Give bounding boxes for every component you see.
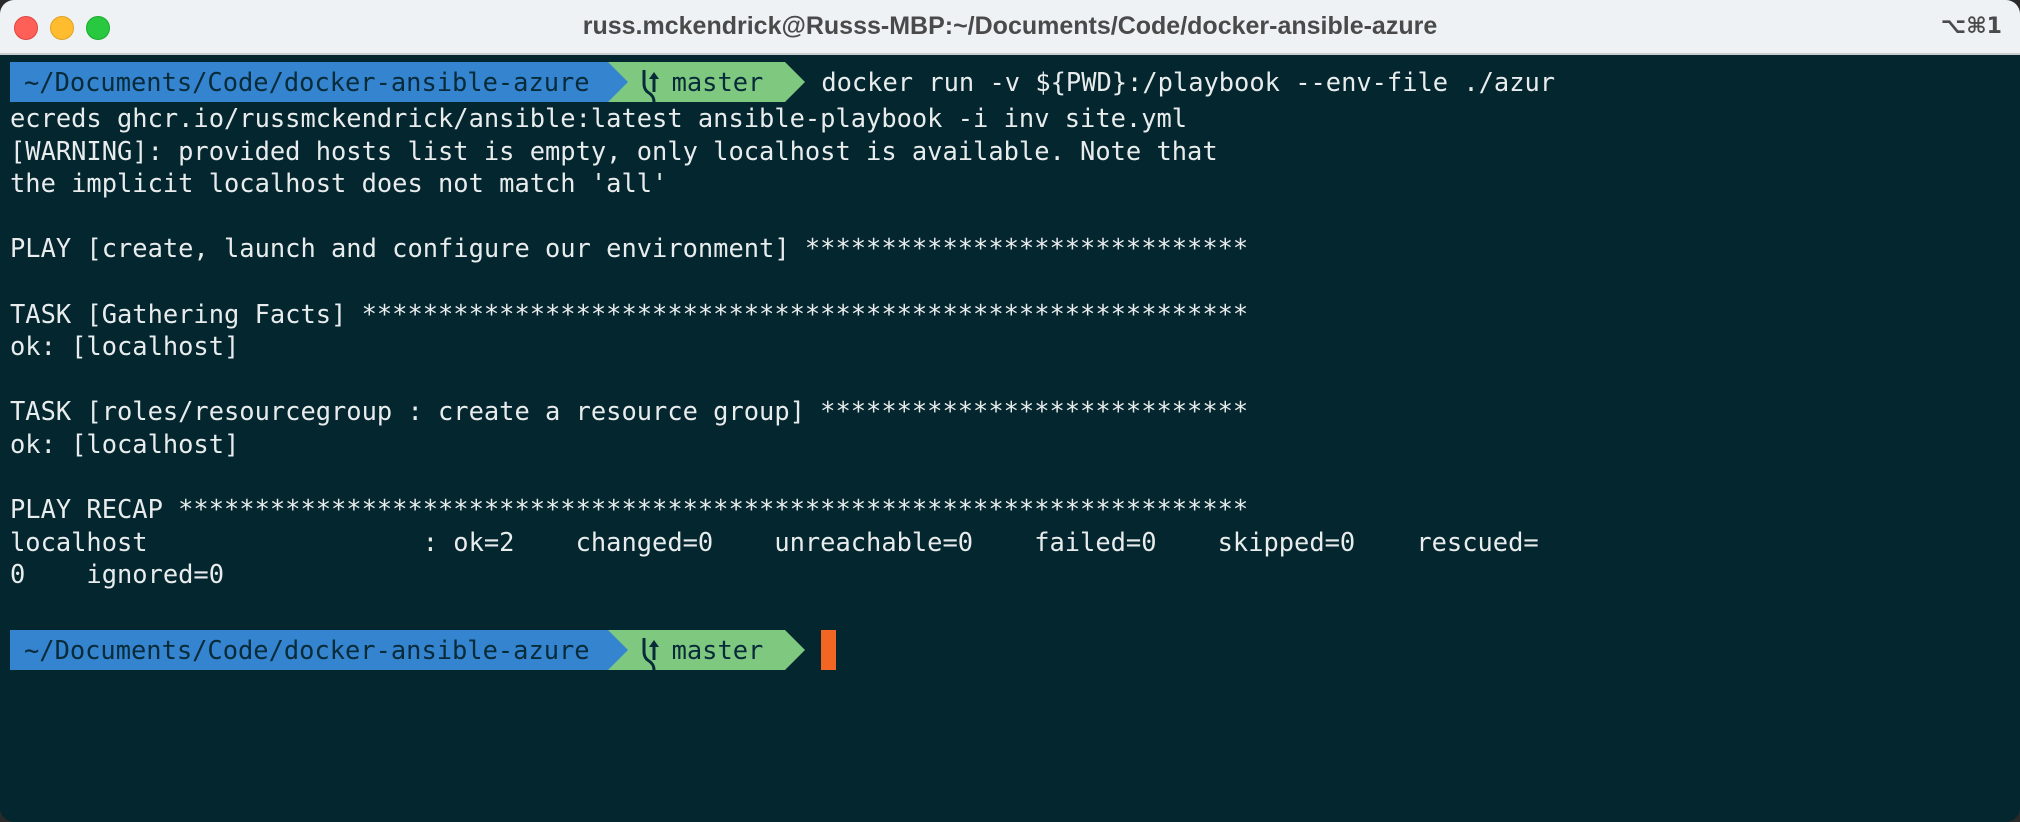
text-cursor[interactable]: [821, 629, 837, 670]
prompt-line: ~/Documents/Code/docker-ansible-azure ma…: [10, 62, 2020, 102]
title-bar: russ.mckendrick@Russs-MBP:~/Documents/Co…: [0, 0, 2020, 55]
command-text-wrap: ecreds ghcr.io/russmckendrick/ansible:la…: [10, 103, 1188, 133]
terminal-window: russ.mckendrick@Russs-MBP:~/Documents/Co…: [0, 0, 2020, 822]
git-branch-icon: [642, 70, 659, 102]
prompt-git-segment: master: [607, 62, 806, 102]
task-result: ok: [localhost]: [10, 331, 240, 362]
git-branch-icon: [642, 637, 659, 670]
prompt-directory-segment: ~/Documents/Code/docker-ansible-azure: [10, 629, 628, 670]
task-header: TASK [roles/resourcegroup : create a res…: [10, 396, 1249, 427]
command-text: docker run -v ${PWD}:/playbook --env-fil…: [821, 67, 1556, 97]
tab-shortcut: ⌥⌘1: [1940, 14, 2002, 39]
warning-line: the implicit localhost does not match 'a…: [10, 168, 668, 199]
recap-header: PLAY RECAP *****************************…: [10, 494, 1249, 525]
prompt-branch: master: [671, 67, 764, 97]
prompt-directory: ~/Documents/Code/docker-ansible-azure: [24, 67, 590, 97]
prompt-directory: ~/Documents/Code/docker-ansible-azure: [24, 634, 590, 665]
play-header: PLAY [create, launch and configure our e…: [10, 233, 1249, 264]
prompt-directory-segment: ~/Documents/Code/docker-ansible-azure: [10, 62, 628, 102]
terminal-content[interactable]: ~/Documents/Code/docker-ansible-azure ma…: [0, 56, 2020, 822]
prompt-branch: master: [671, 634, 764, 665]
warning-line: [WARNING]: provided hosts list is empty,…: [10, 135, 1218, 166]
recap-line: localhost : ok=2 changed=0 unreachable=0…: [10, 526, 1539, 557]
task-result: ok: [localhost]: [10, 428, 240, 459]
task-header: TASK [Gathering Facts] *****************…: [10, 298, 1249, 329]
prompt-git-segment: master: [607, 629, 806, 670]
window-title: russ.mckendrick@Russs-MBP:~/Documents/Co…: [582, 12, 1438, 40]
prompt-line: ~/Documents/Code/docker-ansible-azure ma…: [10, 629, 2020, 670]
recap-line: 0 ignored=0: [10, 559, 225, 590]
